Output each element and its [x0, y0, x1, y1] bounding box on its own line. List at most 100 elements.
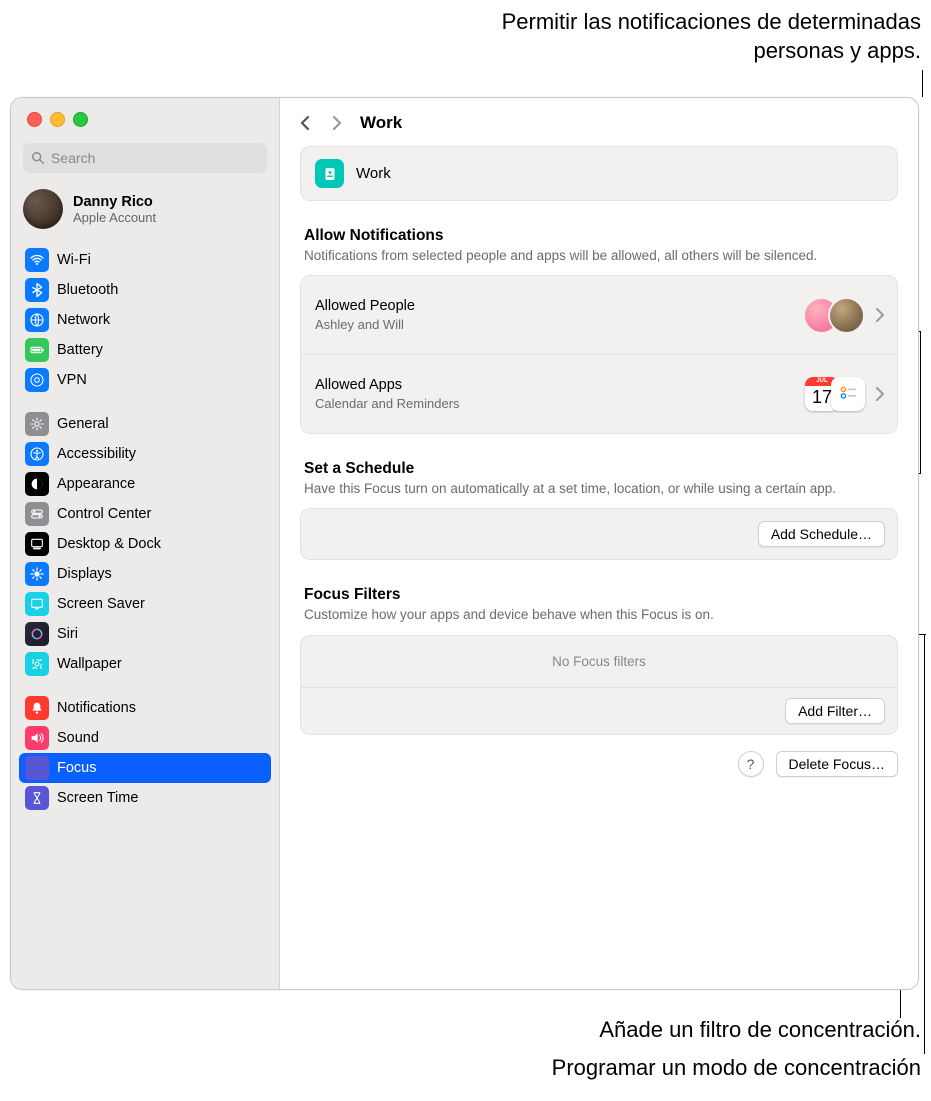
gear-icon: [29, 416, 45, 432]
filters-title: Focus Filters: [304, 586, 894, 604]
sidebar-item-label: Network: [57, 312, 110, 328]
control-center-icon: [29, 506, 45, 522]
wallpaper-icon: [29, 656, 45, 672]
sidebar-item-bluetooth[interactable]: Bluetooth: [19, 275, 271, 305]
callout-schedule-focus: Programar un modo de concentración: [461, 1054, 921, 1083]
wifi-icon: [29, 252, 45, 268]
battery-icon: [29, 342, 45, 358]
sidebar-item-general[interactable]: General: [19, 409, 271, 439]
forward-button[interactable]: [326, 112, 348, 134]
displays-icon: [29, 566, 45, 582]
sidebar-item-label: Sound: [57, 730, 99, 746]
sidebar-item-label: Wallpaper: [57, 656, 122, 672]
search-placeholder: Search: [51, 150, 259, 166]
schedule-desc: Have this Focus turn on automatically at…: [304, 480, 894, 498]
account-name: Danny Rico: [73, 194, 156, 210]
add-filter-button[interactable]: Add Filter…: [785, 698, 885, 724]
siri-icon: [29, 626, 45, 642]
sidebar-item-label: Bluetooth: [57, 282, 118, 298]
search-field[interactable]: Search: [23, 143, 267, 173]
chevron-right-icon: [331, 115, 343, 131]
back-button[interactable]: [294, 112, 316, 134]
sidebar-item-label: Control Center: [57, 506, 151, 522]
work-badge-icon: [315, 159, 344, 188]
sidebar-item-focus[interactable]: Focus: [19, 753, 271, 783]
screensaver-icon: [29, 596, 45, 612]
dock-icon: [29, 536, 45, 552]
allow-notifications-desc: Notifications from selected people and a…: [304, 247, 894, 265]
sidebar-item-siri[interactable]: Siri: [19, 619, 271, 649]
sidebar: Search Danny Rico Apple Account Wi-Fi Bl…: [11, 98, 280, 989]
allowed-people-title: Allowed People: [315, 298, 803, 314]
window-controls: [11, 98, 279, 139]
allowed-apps-row[interactable]: Allowed Apps Calendar and Reminders JUL …: [301, 354, 897, 433]
callout-allow-notifications: Permitir las notificaciones de determina…: [421, 8, 921, 65]
focus-name-label: Work: [356, 165, 391, 182]
search-icon: [31, 151, 45, 165]
sidebar-item-wifi[interactable]: Wi-Fi: [19, 245, 271, 275]
sidebar-item-desktop-dock[interactable]: Desktop & Dock: [19, 529, 271, 559]
sidebar-item-label: Accessibility: [57, 446, 136, 462]
allowed-apps-icons: JUL 17: [805, 377, 865, 411]
no-filters-label: No Focus filters: [301, 636, 897, 688]
callout-add-filter: Añade un filtro de concentración.: [461, 1016, 921, 1045]
sidebar-item-wallpaper[interactable]: Wallpaper: [19, 649, 271, 679]
page-title: Work: [360, 113, 402, 133]
sidebar-item-screen-saver[interactable]: Screen Saver: [19, 589, 271, 619]
minimize-button[interactable]: [50, 112, 65, 127]
close-button[interactable]: [27, 112, 42, 127]
sidebar-item-label: Focus: [57, 760, 97, 776]
chevron-right-icon: [875, 307, 885, 323]
accessibility-icon: [29, 446, 45, 462]
allowed-people-avatars: [803, 297, 865, 334]
sidebar-item-label: Wi-Fi: [57, 252, 91, 268]
sidebar-item-label: Siri: [57, 626, 78, 642]
content-area: Work Work Allow Notifications Notificati…: [280, 98, 918, 989]
sidebar-item-control-center[interactable]: Control Center: [19, 499, 271, 529]
sidebar-item-label: Appearance: [57, 476, 135, 492]
moon-icon: [29, 760, 45, 776]
bell-icon: [29, 700, 45, 716]
sidebar-item-notifications[interactable]: Notifications: [19, 693, 271, 723]
user-avatar: [23, 189, 63, 229]
sidebar-nav: Wi-Fi Bluetooth Network Battery VPN: [11, 241, 279, 825]
delete-focus-button[interactable]: Delete Focus…: [776, 751, 898, 777]
allowed-apps-title: Allowed Apps: [315, 377, 805, 393]
sidebar-item-battery[interactable]: Battery: [19, 335, 271, 365]
allow-notifications-title: Allow Notifications: [304, 227, 894, 245]
sidebar-item-displays[interactable]: Displays: [19, 559, 271, 589]
sidebar-item-screen-time[interactable]: Screen Time: [19, 783, 271, 813]
globe-icon: [29, 312, 45, 328]
sidebar-item-label: Battery: [57, 342, 103, 358]
sidebar-item-vpn[interactable]: VPN: [19, 365, 271, 395]
sidebar-item-label: Notifications: [57, 700, 136, 716]
sidebar-item-label: Displays: [57, 566, 112, 582]
sidebar-item-accessibility[interactable]: Accessibility: [19, 439, 271, 469]
account-subtitle: Apple Account: [73, 210, 156, 225]
filters-desc: Customize how your apps and device behav…: [304, 606, 894, 624]
sidebar-item-label: Screen Saver: [57, 596, 145, 612]
apple-account-row[interactable]: Danny Rico Apple Account: [11, 183, 279, 241]
schedule-title: Set a Schedule: [304, 460, 894, 478]
allowed-apps-sub: Calendar and Reminders: [315, 396, 805, 411]
sidebar-item-label: VPN: [57, 372, 87, 388]
allowed-people-row[interactable]: Allowed People Ashley and Will: [301, 276, 897, 354]
maximize-button[interactable]: [73, 112, 88, 127]
sidebar-item-label: Screen Time: [57, 790, 138, 806]
bluetooth-icon: [29, 282, 45, 298]
help-button[interactable]: ?: [738, 751, 764, 777]
chevron-left-icon: [299, 115, 311, 131]
content-header: Work: [280, 98, 918, 140]
appearance-icon: [29, 476, 45, 492]
sidebar-item-appearance[interactable]: Appearance: [19, 469, 271, 499]
reminders-app-icon: [831, 377, 865, 411]
chevron-right-icon: [875, 386, 885, 402]
sidebar-item-network[interactable]: Network: [19, 305, 271, 335]
speaker-icon: [29, 730, 45, 746]
sidebar-item-sound[interactable]: Sound: [19, 723, 271, 753]
hourglass-icon: [29, 790, 45, 806]
add-schedule-button[interactable]: Add Schedule…: [758, 521, 885, 547]
sidebar-item-label: Desktop & Dock: [57, 536, 161, 552]
sidebar-item-label: General: [57, 416, 109, 432]
focus-name-row[interactable]: Work: [300, 146, 898, 201]
